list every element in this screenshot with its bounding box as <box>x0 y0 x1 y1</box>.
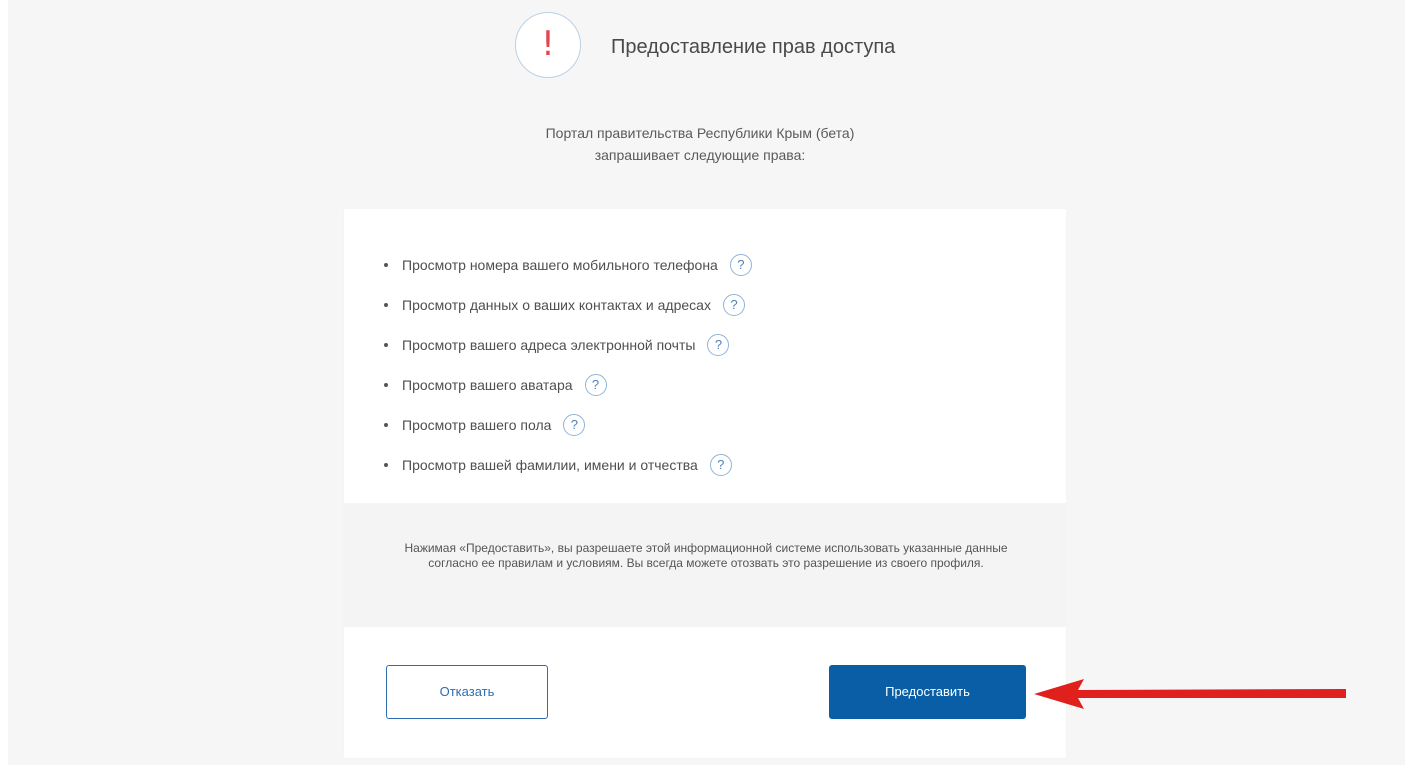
bullet-icon <box>384 263 388 267</box>
bullet-icon <box>384 303 388 307</box>
permission-label: Просмотр вашего аватара <box>402 377 573 393</box>
consent-notice-text: Нажимая «Предоставить», вы разрешаете эт… <box>404 541 1008 570</box>
exclamation-mark: ! <box>541 24 555 64</box>
bullet-icon <box>384 343 388 347</box>
bullet-icon <box>384 463 388 467</box>
permission-item: Просмотр вашей фамилии, имени и отчества… <box>384 445 752 485</box>
permission-label: Просмотр вашего пола <box>402 417 552 433</box>
permissions-card: Просмотр номера вашего мобильного телефо… <box>344 209 1066 758</box>
page-header: ! Предоставление прав доступа <box>515 12 935 84</box>
permission-item: Просмотр вашего адреса электронной почты… <box>384 325 752 365</box>
help-icon[interactable]: ? <box>584 374 607 396</box>
exclamation-icon: ! <box>515 12 581 78</box>
grant-button[interactable]: Предоставить <box>829 665 1026 719</box>
page-title: Предоставление прав доступа <box>611 36 896 58</box>
help-icon[interactable]: ? <box>729 254 752 276</box>
permission-label: Просмотр данных о ваших контактах и адре… <box>402 297 711 313</box>
requesting-system: Портал правительства Республики Крым (бе… <box>545 125 855 141</box>
help-icon[interactable]: ? <box>707 334 730 356</box>
permission-list: Просмотр номера вашего мобильного телефо… <box>384 245 752 485</box>
bullet-icon <box>384 383 388 387</box>
deny-button[interactable]: Отказать <box>386 665 548 719</box>
permission-item: Просмотр данных о ваших контактах и адре… <box>384 285 752 325</box>
help-icon[interactable]: ? <box>722 294 745 316</box>
request-caption: запрашивает следующие права: <box>594 147 806 163</box>
annotation-arrow-icon <box>1034 679 1346 709</box>
help-icon[interactable]: ? <box>563 414 586 436</box>
permission-label: Просмотр номера вашего мобильного телефо… <box>402 257 718 273</box>
consent-notice: Нажимая «Предоставить», вы разрешаете эт… <box>344 503 1066 627</box>
permission-item: Просмотр вашего пола ? <box>384 405 752 445</box>
permission-label: Просмотр вашей фамилии, имени и отчества <box>402 457 698 473</box>
permission-item: Просмотр номера вашего мобильного телефо… <box>384 245 752 285</box>
request-description: Портал правительства Республики Крым (бе… <box>455 122 945 166</box>
permission-label: Просмотр вашего адреса электронной почты <box>402 337 696 353</box>
help-icon[interactable]: ? <box>709 454 732 476</box>
bullet-icon <box>384 423 388 427</box>
permission-item: Просмотр вашего аватара ? <box>384 365 752 405</box>
